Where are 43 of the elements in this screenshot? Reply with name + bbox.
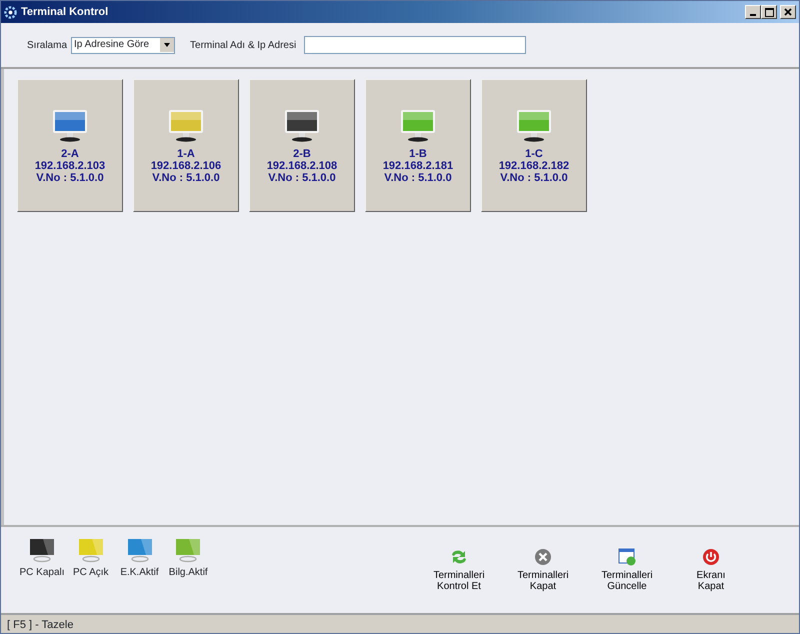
- sort-label: Sıralama: [27, 38, 68, 52]
- terminal-name: 2-B: [293, 148, 311, 160]
- terminal-tile[interactable]: 1-C 192.168.2.182 V.No : 5.1.0.0: [481, 79, 587, 212]
- window-update-icon: [617, 547, 637, 567]
- action-button[interactable]: Ekranı Kapat: [683, 547, 739, 592]
- terminal-tile[interactable]: 2-B 192.168.2.108 V.No : 5.1.0.0: [249, 79, 355, 212]
- terminal-name: 2-A: [61, 148, 79, 160]
- sort-dropdown[interactable]: Ip Adresine Göre: [71, 36, 176, 54]
- close-icon: [533, 547, 553, 567]
- terminal-name: 1-A: [177, 148, 195, 160]
- ip-address: 192.168.2.103: [34, 160, 106, 172]
- legend-label: PC Kapalı: [19, 566, 65, 580]
- status-text: [ F5 ] - Tazele: [7, 619, 74, 631]
- terminal-tile[interactable]: 1-B 192.168.2.181 V.No : 5.1.0.0: [365, 79, 471, 212]
- legend-label: E.K.Aktif: [120, 566, 159, 580]
- ip-address: 192.168.2.106: [150, 160, 222, 172]
- action-button[interactable]: Terminalleri Kontrol Et: [431, 547, 487, 592]
- version-text: V.No : 5.1.0.0: [152, 172, 220, 184]
- terminal-tile[interactable]: 1-A 192.168.2.106 V.No : 5.1.0.0: [133, 79, 239, 212]
- maximize-button[interactable]: [761, 5, 778, 19]
- close-icon: [784, 8, 792, 16]
- ip-address: 192.168.2.108: [266, 160, 338, 172]
- version-text: V.No : 5.1.0.0: [500, 172, 568, 184]
- terminal-name: 1-C: [525, 148, 543, 160]
- close-button[interactable]: [780, 5, 796, 19]
- search-field[interactable]: [304, 36, 526, 54]
- terminal-name: 1-B: [409, 148, 427, 160]
- terminal-tile[interactable]: 2-A 192.168.2.103 V.No : 5.1.0.0: [17, 79, 123, 212]
- version-text: V.No : 5.1.0.0: [36, 172, 104, 184]
- action-button[interactable]: Terminalleri Kapat: [515, 547, 571, 592]
- ip-address: 192.168.2.182: [498, 160, 570, 172]
- power-icon: [701, 547, 721, 567]
- maximize-icon: [764, 8, 774, 16]
- version-text: V.No : 5.1.0.0: [268, 172, 336, 184]
- legend-label: PC Açık: [72, 566, 109, 580]
- minimize-button[interactable]: [745, 5, 762, 19]
- action-button[interactable]: Terminalleri Güncelle: [599, 547, 655, 592]
- legend-label: Bilg.Aktif: [168, 566, 208, 580]
- window-title: Terminal Kontrol: [21, 4, 108, 20]
- version-text: V.No : 5.1.0.0: [384, 172, 452, 184]
- search-label: Terminal Adı & Ip Adresi: [190, 38, 296, 52]
- ip-address: 192.168.2.181: [382, 160, 454, 172]
- app-gear-icon: [4, 6, 17, 18]
